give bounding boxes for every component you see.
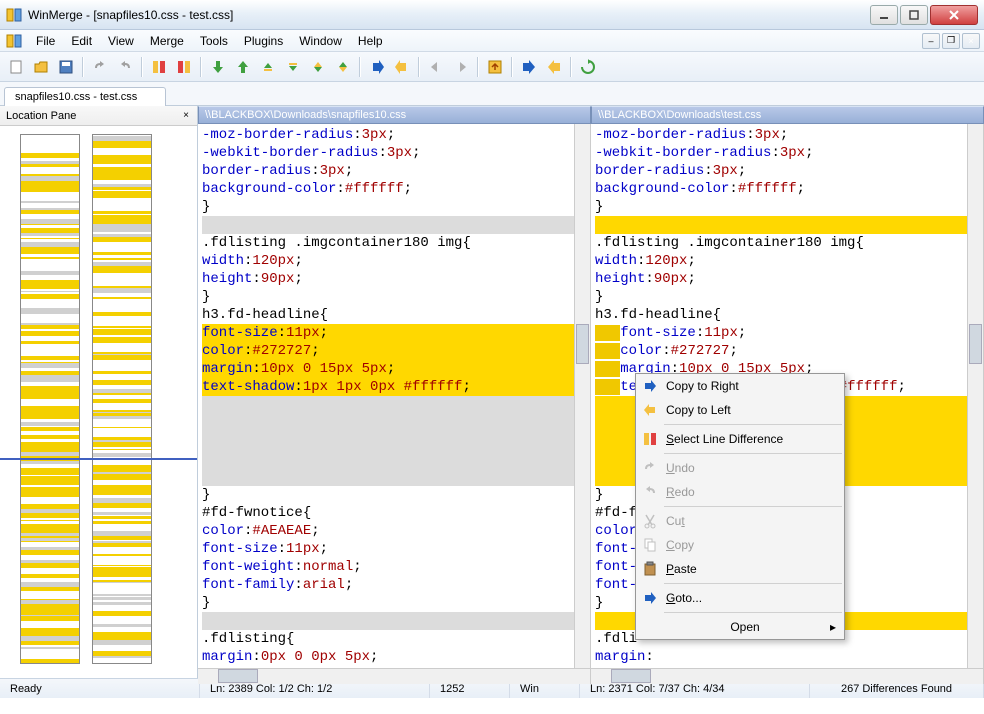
tab-strip: snapfiles10.css - test.css [0,82,984,106]
rescan-button[interactable] [577,56,599,78]
new-button[interactable] [5,56,27,78]
copy-icon [640,535,660,555]
nav-button-1[interactable] [307,56,329,78]
location-strip-left[interactable] [20,134,80,664]
mdi-close-button[interactable]: × [962,33,980,49]
goto-icon [640,588,660,608]
open-button[interactable] [30,56,52,78]
copy-right-icon [640,376,660,396]
ctx-goto[interactable]: Goto... [636,586,844,610]
copy-right-button[interactable] [366,56,388,78]
location-pane: Location Pane × [0,106,198,678]
menu-edit[interactable]: Edit [63,32,100,50]
redo-icon [640,482,660,502]
last-diff-button[interactable] [282,56,304,78]
location-strip-right[interactable] [92,134,152,664]
ctx-open[interactable]: Open ▸ [636,615,844,639]
save-button[interactable] [55,56,77,78]
window-title: WinMerge - [snapfiles10.css - test.css] [28,8,868,22]
submenu-arrow-icon: ▸ [830,620,836,634]
first-diff-button[interactable] [257,56,279,78]
next-diff-button[interactable] [207,56,229,78]
menu-merge[interactable]: Merge [142,32,192,50]
right-file-header: \\BLACKBOX\Downloads\test.css [591,106,984,124]
menu-plugins[interactable]: Plugins [236,32,291,50]
left-hscrollbar[interactable] [198,668,590,684]
document-tab[interactable]: snapfiles10.css - test.css [4,87,166,106]
all-right-button[interactable] [518,56,540,78]
right-hscrollbar[interactable] [591,668,983,684]
ctx-select-line[interactable]: Select Line Difference [636,427,844,451]
ctx-copy-right[interactable]: Copy to Right [636,374,844,398]
paste-icon [640,559,660,579]
window-controls [868,5,978,25]
subnav-1-button[interactable] [425,56,447,78]
left-file-header: \\BLACKBOX\Downloads\snapfiles10.css [198,106,591,124]
mdi-restore-button[interactable]: ❐ [942,33,960,49]
ctx-undo: Undo [636,456,844,480]
refresh-button[interactable] [484,56,506,78]
column-headers: \\BLACKBOX\Downloads\snapfiles10.css \\B… [198,106,984,124]
all-left-button[interactable] [543,56,565,78]
ctx-copy-left[interactable]: Copy to Left [636,398,844,422]
title-bar: WinMerge - [snapfiles10.css - test.css] [0,0,984,30]
toolbar [0,52,984,82]
app-icon [6,7,22,23]
context-menu: Copy to Right Copy to Left Select Line D… [635,373,845,640]
left-pane[interactable]: -moz-border-radius:3px; -webkit-border-r… [198,124,591,684]
ctx-copy: Copy [636,533,844,557]
ctx-cut: Cut [636,509,844,533]
copy-left-icon [640,400,660,420]
select-line-icon [640,429,660,449]
ctx-redo: Redo [636,480,844,504]
close-button[interactable] [930,5,978,25]
ctx-paste[interactable]: Paste [636,557,844,581]
menu-view[interactable]: View [100,32,142,50]
menu-tools[interactable]: Tools [192,32,236,50]
diff-button-1[interactable] [148,56,170,78]
diff-panes: -moz-border-radius:3px; -webkit-border-r… [198,124,984,684]
location-indicator [0,458,197,460]
nav-button-2[interactable] [332,56,354,78]
menu-bar: File Edit View Merge Tools Plugins Windo… [0,30,984,52]
cut-icon [640,511,660,531]
location-pane-title: Location Pane [6,110,76,122]
menu-help[interactable]: Help [350,32,391,50]
location-strips[interactable] [0,126,197,678]
undo-button[interactable] [89,56,111,78]
mdi-minimize-button[interactable]: – [922,33,940,49]
compare-area: \\BLACKBOX\Downloads\snapfiles10.css \\B… [198,106,984,678]
subnav-2-button[interactable] [450,56,472,78]
menu-file[interactable]: File [28,32,63,50]
prev-diff-button[interactable] [232,56,254,78]
status-ready: Ready [0,679,200,698]
redo-button[interactable] [114,56,136,78]
copy-left-button[interactable] [391,56,413,78]
maximize-button[interactable] [900,5,928,25]
undo-icon [640,458,660,478]
minimize-button[interactable] [870,5,898,25]
mdi-icon [6,33,22,49]
right-vscrollbar[interactable] [967,124,983,668]
location-pane-close-button[interactable]: × [179,108,193,122]
location-pane-header: Location Pane × [0,106,197,126]
left-vscrollbar[interactable] [574,124,590,668]
menu-window[interactable]: Window [291,32,350,50]
diff-button-2[interactable] [173,56,195,78]
